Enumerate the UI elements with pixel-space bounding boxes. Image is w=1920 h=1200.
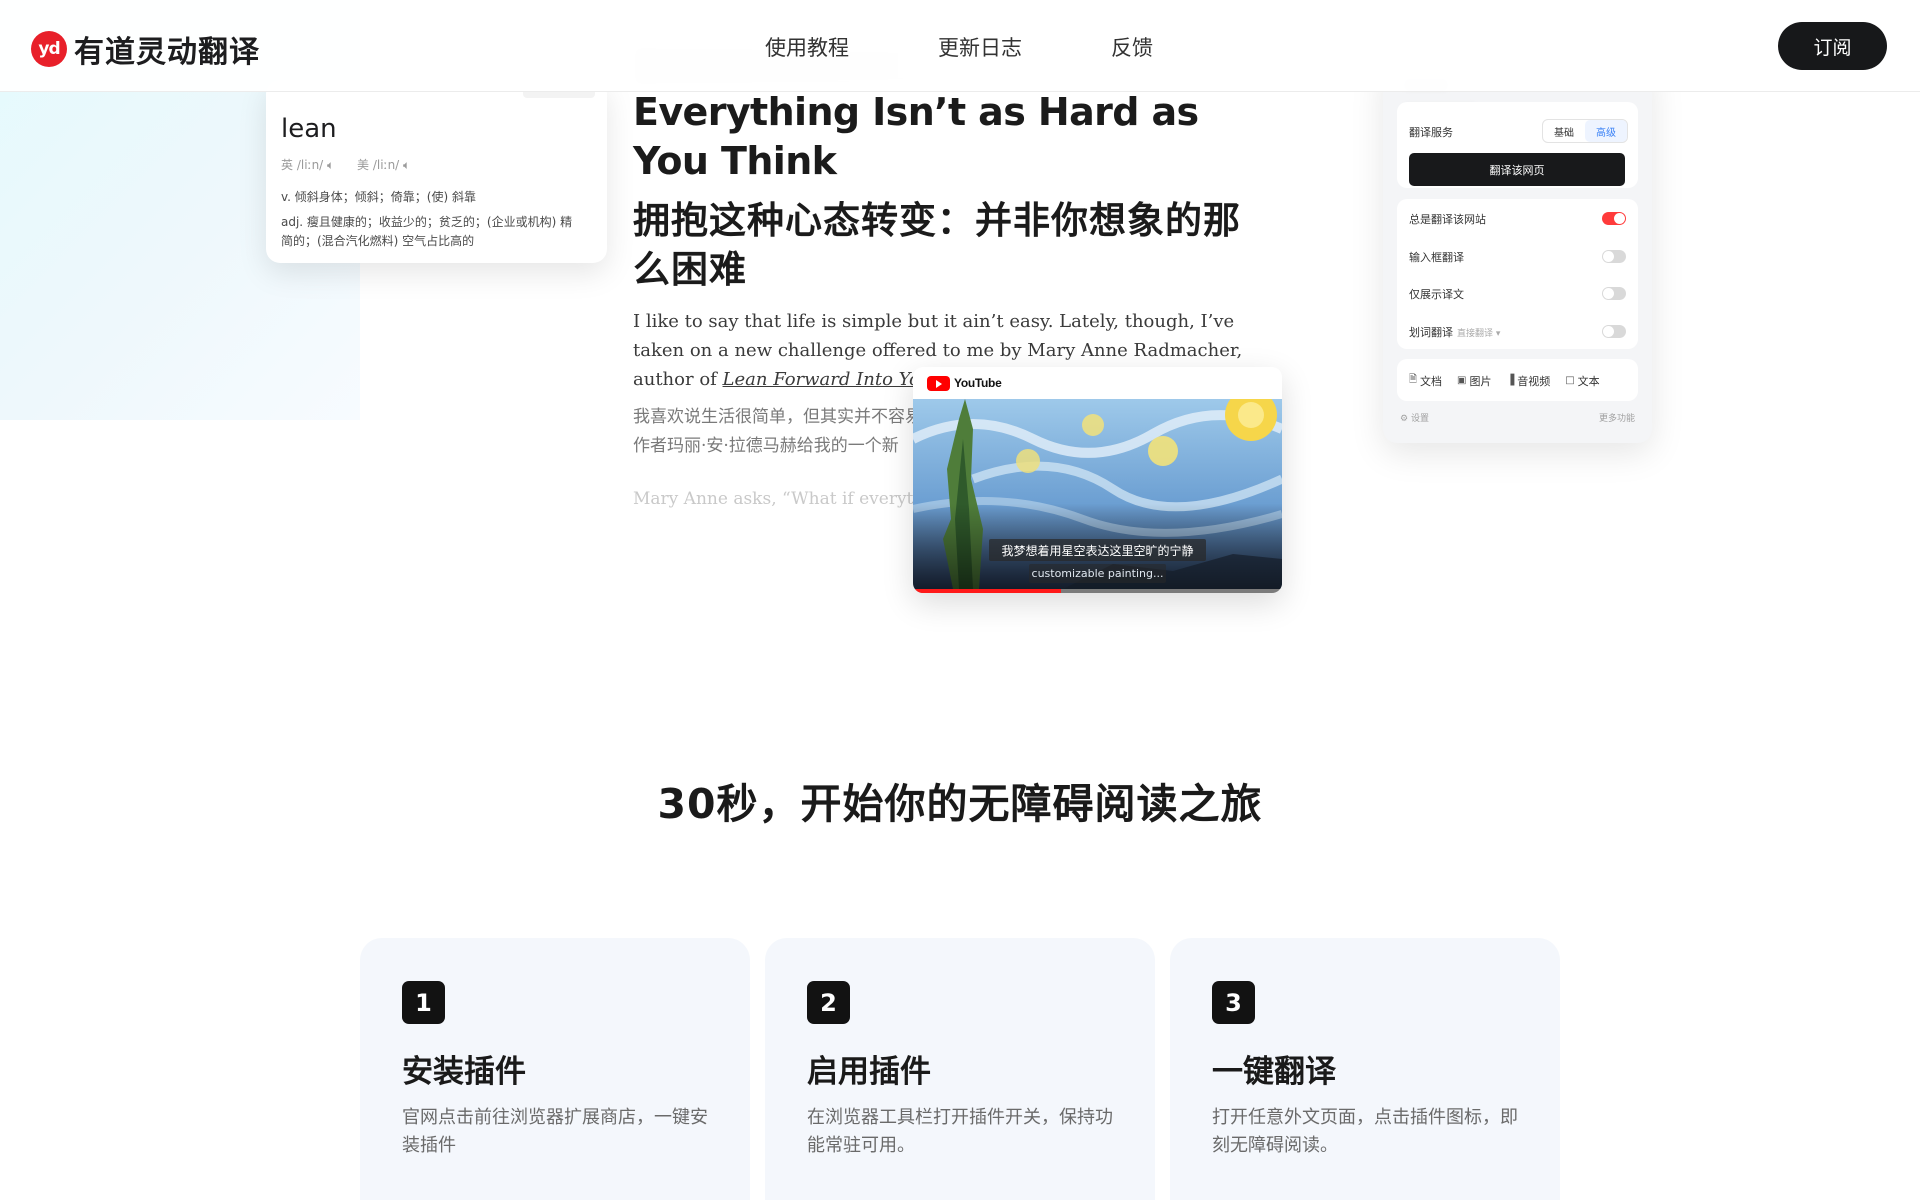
step-number: 3 — [1212, 981, 1255, 1024]
translate-service-panel: 翻译服务 基础 高级 翻译该网页 — [1397, 102, 1638, 188]
video-progress-fill — [913, 589, 1061, 593]
tool-text[interactable]: □ 文本 — [1565, 372, 1599, 389]
video-progress-bar[interactable] — [913, 589, 1282, 593]
speaker-icon[interactable]: 🔈︎ — [403, 158, 410, 172]
nav-feedback[interactable]: 反馈 — [1111, 32, 1153, 62]
select-translate-mode[interactable]: 直接翻译 ▾ — [1457, 329, 1500, 339]
youtube-label: YouTube — [954, 376, 1002, 390]
select-translate-label: 划词翻译 直接翻译 ▾ — [1409, 326, 1501, 339]
dictionary-card: lean 英 /liːn/ 🔈︎ 美 /liːn/ 🔈︎ v. 倾斜身体；倾斜；… — [266, 80, 607, 263]
subtitle-original: customizable painting... — [1029, 564, 1166, 583]
youtube-icon — [927, 375, 950, 391]
nav-tutorial[interactable]: 使用教程 — [765, 32, 849, 62]
always-translate-toggle[interactable] — [1602, 212, 1626, 225]
step-description: 打开任意外文页面，点击插件图标，即刻无障碍阅读。 — [1212, 1107, 1518, 1156]
definition-adjective: adj. 瘦且健康的；收益少的；贫乏的；(企业或机构) 精简的；(混合汽化燃料)… — [281, 215, 573, 248]
step-card-install: 1 安装插件 官网点击前往浏览器扩展商店，一键安装插件 — [360, 938, 750, 1200]
settings-link[interactable]: ⚙︎ 设置 — [1400, 411, 1429, 424]
select-translate-toggle[interactable] — [1602, 325, 1626, 338]
step-title: 安装插件 — [402, 1054, 526, 1090]
speaker-icon[interactable]: 🔈︎ — [327, 158, 334, 172]
only-translation-label: 仅展示译文 — [1409, 288, 1464, 301]
article-body-zh: 我喜欢说生活很简单，但其实并不容易 作者玛丽·安·拉德马赫给我的一个新 — [633, 407, 922, 456]
tools-panel: 🗎︎ 文档 ▣ 图片 ▐ 音视频 □ 文本 — [1397, 359, 1638, 401]
definition-verb: v. 倾斜身体；倾斜；倚靠；(使) 斜靠 — [281, 190, 476, 204]
mode-advanced[interactable]: 高级 — [1585, 120, 1627, 142]
more-features-link[interactable]: 更多功能 — [1599, 411, 1635, 424]
step-description: 在浏览器工具栏打开插件开关，保持功能常驻可用。 — [807, 1107, 1113, 1156]
tool-list: 🗎︎ 文档 ▣ 图片 ▐ 音视频 □ 文本 — [1409, 372, 1600, 389]
options-panel: 总是翻译该网站 输入框翻译 仅展示译文 划词翻译 直接翻译 ▾ — [1397, 199, 1638, 349]
document-icon: 🗎︎ — [1409, 374, 1418, 385]
step-number: 2 — [807, 981, 850, 1024]
section-title: 30秒，开始你的无障碍阅读之旅 — [657, 780, 1263, 828]
tool-document[interactable]: 🗎︎ 文档 — [1409, 372, 1442, 389]
always-translate-label: 总是翻译该网站 — [1409, 213, 1486, 226]
translate-page-button[interactable]: 翻译该网页 — [1409, 153, 1625, 186]
brand-name: 有道灵动翻译 — [74, 35, 260, 70]
phonetic-uk: 英 /liːn/ 🔈︎ — [281, 158, 335, 172]
gear-icon: ⚙︎ — [1400, 414, 1409, 424]
input-translate-label: 输入框翻译 — [1409, 251, 1464, 264]
subscribe-button[interactable]: 订阅 — [1778, 22, 1887, 70]
audio-video-icon: ▐ — [1506, 375, 1515, 386]
extension-popup: 翻译服务 基础 高级 翻译该网页 总是翻译该网站 输入框翻译 仅展示译文 划词翻… — [1383, 60, 1652, 443]
step-card-translate: 3 一键翻译 打开任意外文页面，点击插件图标，即刻无障碍阅读。 — [1170, 938, 1560, 1200]
image-icon: ▣ — [1457, 375, 1467, 386]
article-body-faded: Mary Anne asks, “What if everything — [633, 489, 923, 509]
youtube-card[interactable]: YouTube 我梦想着用星空表达这里空旷的宁静 customizable pa… — [913, 367, 1282, 593]
service-label: 翻译服务 — [1409, 126, 1453, 139]
step-title: 一键翻译 — [1212, 1054, 1336, 1090]
service-mode-switch[interactable]: 基础 高级 — [1542, 119, 1628, 143]
mode-basic[interactable]: 基础 — [1543, 120, 1585, 142]
input-translate-toggle[interactable] — [1602, 250, 1626, 263]
text-icon: □ — [1565, 375, 1575, 386]
tool-image[interactable]: ▣ 图片 — [1457, 372, 1491, 389]
tool-audio-video[interactable]: ▐ 音视频 — [1507, 372, 1551, 389]
step-title: 启用插件 — [807, 1054, 931, 1090]
step-description: 官网点击前往浏览器扩展商店，一键安装插件 — [402, 1107, 708, 1156]
only-translation-toggle[interactable] — [1602, 287, 1626, 300]
phonetic-us: 美 /liːn/ 🔈︎ — [357, 158, 411, 172]
nav-changelog[interactable]: 更新日志 — [938, 32, 1022, 62]
subtitle-translation: 我梦想着用星空表达这里空旷的宁静 — [989, 539, 1206, 561]
dictionary-word: lean — [281, 114, 337, 144]
logo[interactable]: yd 有道灵动翻译 — [31, 27, 260, 71]
top-navigation: yd 有道灵动翻译 使用教程 更新日志 反馈 订阅 — [0, 0, 1920, 92]
step-number: 1 — [402, 981, 445, 1024]
step-card-enable: 2 启用插件 在浏览器工具栏打开插件开关，保持功能常驻可用。 — [765, 938, 1155, 1200]
article-title-en: Everything Isn’t as Hard as You Think — [633, 90, 1199, 183]
article-title-zh: 拥抱这种心态转变：并非你想象的那么困难 — [633, 199, 1241, 291]
youtube-header: YouTube — [913, 367, 1282, 399]
youdao-logo-icon: yd — [31, 31, 67, 67]
